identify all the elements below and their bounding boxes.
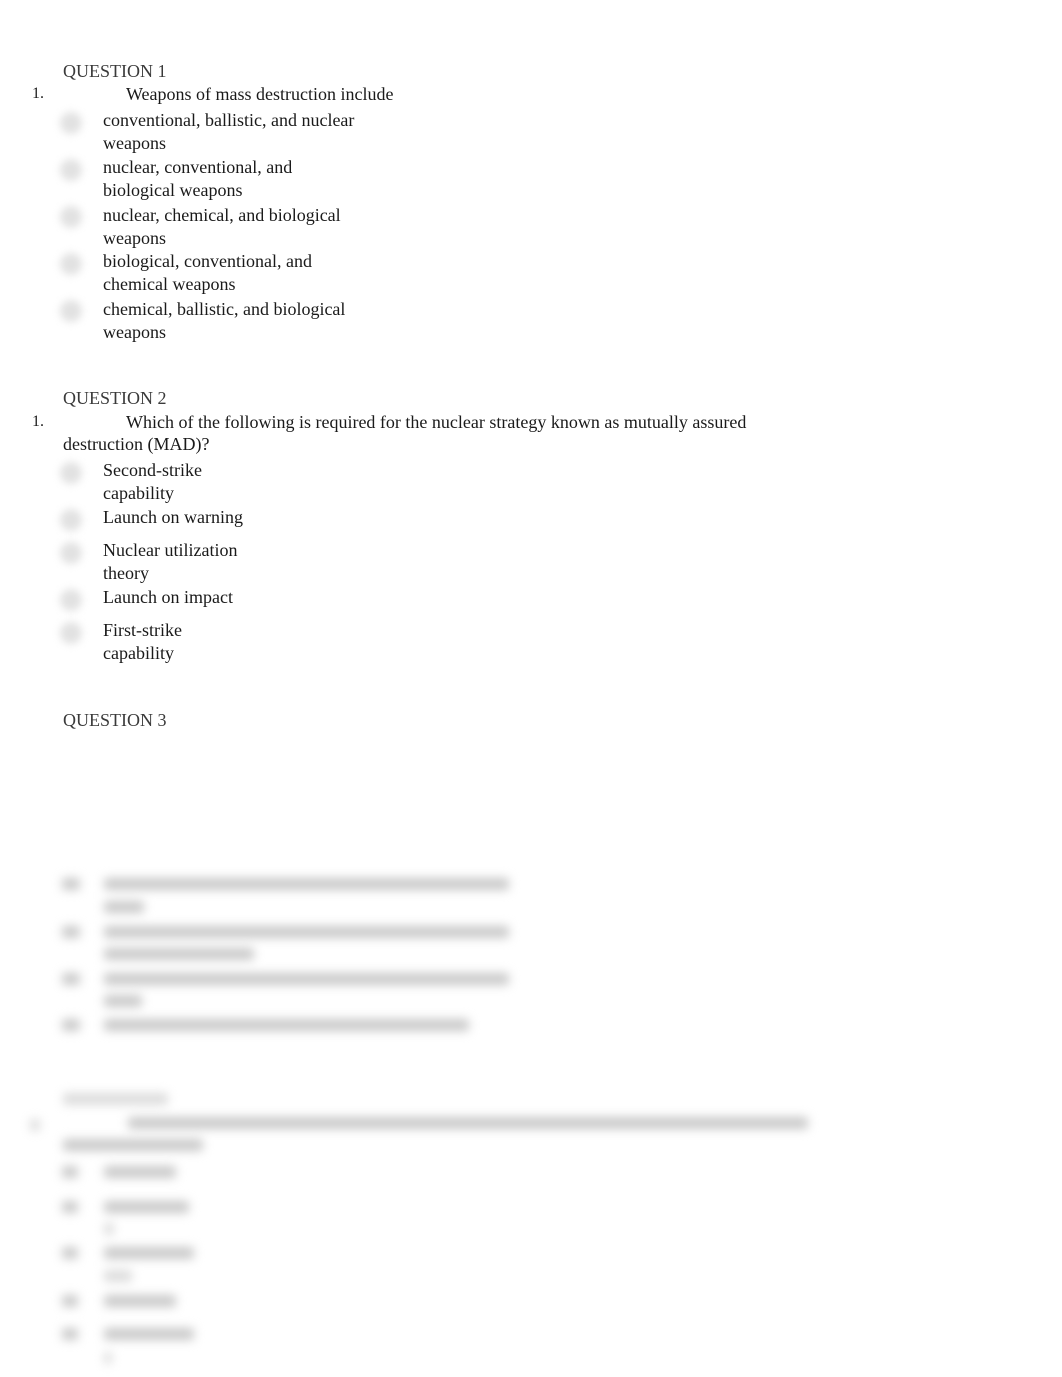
blurred-text [104,1247,194,1259]
blurred-text [104,995,142,1007]
blurred-heading [63,1093,168,1105]
blurred-text [104,1352,112,1364]
question-1-number: 1. [32,85,44,102]
radio-button-icon[interactable] [60,253,82,275]
radio-button-icon [62,1201,78,1213]
radio-button-icon[interactable] [60,112,82,134]
option-text-line: capability [103,483,174,503]
option-label[interactable]: Nuclear utilization theory [103,539,237,585]
option-label[interactable]: nuclear, chemical, and biological weapon… [103,204,341,250]
question-2-prompt: Which of the following is required for t… [63,412,747,454]
option-text-line: Launch on impact [103,587,233,607]
option-text-line: Nuclear utilization [103,540,238,560]
question-1-prompt: Weapons of mass destruction include [126,84,394,104]
radio-button-icon [62,1328,78,1340]
blurred-number [30,1119,40,1131]
option-label[interactable]: Second-strike capability [103,459,202,505]
blurred-text [104,1223,114,1235]
option-text-line: chemical, ballistic, and biological [103,299,346,319]
blurred-text [104,1166,176,1178]
option-label[interactable]: Launch on warning [103,506,243,529]
blurred-text [104,901,144,913]
option-text-line: Second-strike [103,460,202,480]
option-text-line: weapons [103,322,166,342]
radio-button-icon [62,1295,78,1307]
option-label[interactable]: conventional, ballistic, and nuclear wea… [103,109,354,155]
blurred-text [104,1328,194,1340]
option-text-line: Launch on warning [103,507,243,527]
radio-button-icon[interactable] [60,462,82,484]
radio-button-icon [62,1247,78,1259]
blurred-text [104,948,254,960]
radio-button-icon [62,973,80,985]
option-text-line: capability [103,643,174,663]
blurred-text [128,1117,808,1129]
question-2-number: 1. [32,413,44,430]
radio-button-icon [62,1166,78,1178]
radio-button-icon[interactable] [60,206,82,228]
blurred-text [104,1295,176,1307]
question-2-heading: QUESTION 2 [63,388,167,408]
option-text-line: weapons [103,133,166,153]
option-label[interactable]: nuclear, conventional, and biological we… [103,156,292,202]
option-label[interactable]: biological, conventional, and chemical w… [103,250,312,296]
radio-button-icon[interactable] [60,159,82,181]
radio-button-icon[interactable] [60,589,82,611]
option-text-line: biological, conventional, and [103,251,312,271]
option-text-line: theory [103,563,149,583]
option-label[interactable]: First-strike capability [103,619,182,665]
option-text-line: nuclear, conventional, and [103,157,293,177]
option-label[interactable]: chemical, ballistic, and biological weap… [103,298,345,344]
option-text-line: biological weapons [103,180,243,200]
question-3-heading: QUESTION 3 [63,710,167,730]
radio-button-icon[interactable] [60,509,82,531]
blurred-text [104,1270,132,1282]
blurred-text [63,1139,203,1151]
blurred-text [104,973,509,985]
option-text-line: nuclear, chemical, and biological [103,205,341,225]
radio-button-icon[interactable] [60,622,82,644]
radio-button-icon [62,926,80,938]
question-1-heading: QUESTION 1 [63,61,167,81]
radio-button-icon[interactable] [60,542,82,564]
blurred-text [104,1201,189,1213]
option-label[interactable]: Launch on impact [103,586,233,609]
blurred-text [104,926,509,938]
option-text-line: weapons [103,228,166,248]
option-text-line: chemical weapons [103,274,236,294]
radio-button-icon [62,878,80,890]
radio-button-icon[interactable] [60,300,82,322]
option-text-line: First-strike [103,620,182,640]
blurred-text [104,878,509,890]
blurred-text [104,1019,469,1031]
option-text-line: conventional, ballistic, and nuclear [103,110,355,130]
radio-button-icon [62,1019,80,1031]
